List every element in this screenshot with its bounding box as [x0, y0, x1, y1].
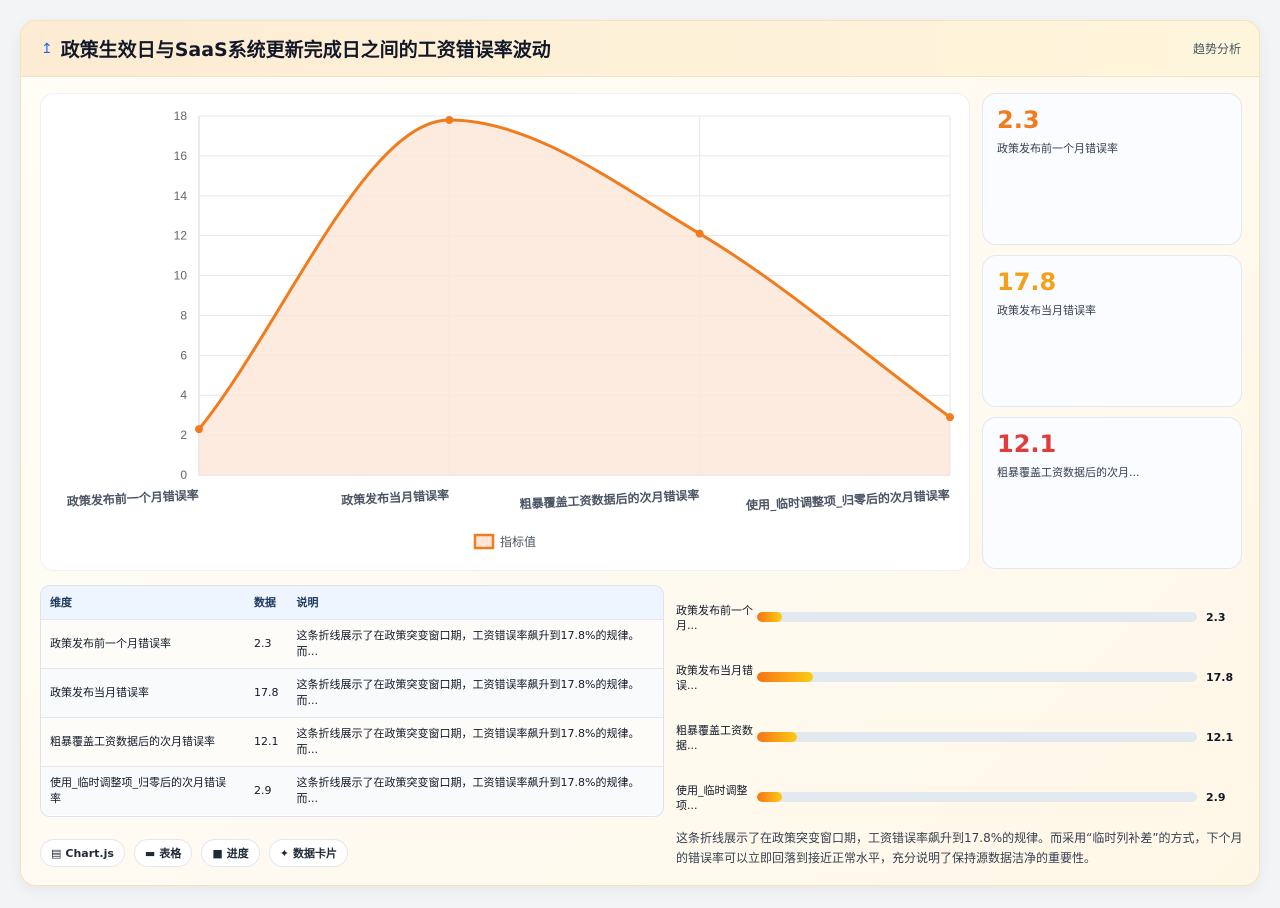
row-desc: 这条折线展示了在政策突变窗口期，工资错误率飙升到17.8%的规律。而... [296, 628, 640, 658]
chart-icon: ▤ [51, 846, 62, 860]
tag-label: 进度 [226, 847, 249, 860]
progress-fill [757, 612, 783, 622]
y-tick-label: 12 [174, 229, 188, 243]
tag-label: Chart.js [65, 846, 114, 860]
column-header: 维度 [50, 596, 72, 610]
summary-text: 这条折线展示了在政策突变窗口期，工资错误率飙升到17.8%的规律。而采用“临时列… [676, 831, 1243, 865]
legend-label: 指标值 [500, 534, 536, 549]
table-icon: ▬ [144, 846, 156, 860]
progress-row: 政策发布当月错误... 17.8 [676, 651, 1246, 692]
progress-value: 2.9 [1206, 791, 1226, 804]
y-tick-label: 10 [174, 269, 188, 283]
stat-value: 17.8 [997, 268, 1057, 296]
progress-fill [757, 672, 813, 682]
table-row: 政策发布前一个月错误率 2.3 这条折线展示了在政策突变窗口期，工资错误率飙升到… [41, 619, 663, 668]
row-value: 2.9 [254, 783, 272, 797]
progress-label: 使用_临时调整项... [676, 784, 748, 812]
stat-value: 12.1 [997, 430, 1057, 458]
progress-row: 使用_临时调整项... 2.9 [676, 771, 1246, 812]
trend-analysis-label: 趋势分析 [1192, 42, 1241, 56]
stat-card: 2.3 政策发布前一个月错误率 [982, 93, 1242, 245]
data-table: 维度 数据 说明 政策发布前一个月错误率 2.3 这条折线展示了在政策突变窗口期… [40, 585, 664, 817]
y-tick-label: 6 [180, 348, 187, 362]
header: ↥ 政策生效日与SaaS系统更新完成日之间的工资错误率波动 趋势分析 [21, 21, 1259, 77]
progress-value: 2.3 [1206, 611, 1226, 624]
dashboard-card: ↥ 政策生效日与SaaS系统更新完成日之间的工资错误率波动 趋势分析 0 2 4 6 8… [20, 20, 1260, 886]
y-tick-label: 4 [180, 388, 187, 402]
progress-track [757, 672, 1197, 682]
row-name: 政策发布当月错误率 [50, 685, 149, 699]
row-desc: 这条折线展示了在政策突变窗口期，工资错误率飙升到17.8%的规律。而... [296, 775, 640, 805]
sparkle-icon: ✦ [279, 846, 289, 860]
table-row: 使用_临时调整项_归零后的次月错误率 2.9 这条折线展示了在政策突变窗口期，工… [41, 766, 663, 815]
progress-track [757, 792, 1197, 802]
stat-value: 2.3 [997, 106, 1040, 134]
progress-fill [757, 792, 783, 802]
x-tick-label: 粗暴覆盖工资数据后的次月错误率 [519, 487, 700, 511]
progress-label: 粗暴覆盖工资数据... [676, 724, 753, 752]
stat-label: 政策发布当月错误率 [997, 304, 1096, 317]
stat-card: 17.8 政策发布当月错误率 [982, 255, 1242, 407]
table-row: 粗暴覆盖工资数据后的次月错误率 12.1 这条折线展示了在政策突变窗口期，工资错… [41, 717, 663, 766]
progress-label: 政策发布当月错误... [676, 664, 753, 692]
progress-track [757, 612, 1197, 622]
series-area [199, 119, 950, 475]
progress-track [757, 732, 1197, 742]
chart-svg: 0 2 4 6 8 10 12 14 16 18 政策发布前一个月错误率 政策发布当月错误率 粗暴覆盖工… [67, 109, 954, 550]
y-tick-label: 0 [180, 468, 187, 482]
column-header: 数据 [254, 596, 276, 610]
row-value: 12.1 [254, 734, 279, 748]
x-tick-label: 政策发布前一个月错误率 [67, 487, 200, 509]
tag-label: 数据卡片 [292, 847, 337, 860]
table-row: 政策发布当月错误率 17.8 这条折线展示了在政策突变窗口期，工资错误率飙升到1… [41, 668, 663, 717]
y-tick-label: 2 [180, 428, 187, 442]
tag-data-card[interactable]: ✦ 数据卡片 [268, 839, 348, 867]
row-value: 17.8 [254, 685, 279, 699]
data-point [445, 115, 454, 124]
chart-icon: ↥ [41, 40, 53, 57]
legend-swatch [473, 533, 495, 550]
progress-value: 12.1 [1206, 731, 1234, 744]
row-value: 2.3 [254, 636, 272, 650]
progress-row: 粗暴覆盖工资数据... 12.1 [676, 711, 1246, 752]
data-point [695, 229, 704, 238]
table-header-row: 维度 数据 说明 [41, 586, 663, 619]
folder-icon: ■ [212, 846, 223, 860]
y-tick-label: 18 [174, 109, 188, 123]
y-tick-label: 8 [180, 308, 187, 322]
y-tick-label: 14 [174, 189, 188, 203]
column-header: 说明 [296, 596, 319, 610]
progress-value: 17.8 [1206, 671, 1234, 684]
row-name: 粗暴覆盖工资数据后的次月错误率 [50, 734, 215, 748]
stat-card: 12.1 粗暴覆盖工资数据后的次月... [982, 417, 1242, 569]
x-tick-label: 政策发布当月错误率 [341, 487, 450, 508]
tag-list: ▤ Chart.js ▬ 表格 ■ 进度 ✦ 数据卡片 [40, 839, 348, 867]
stat-label: 粗暴覆盖工资数据后的次月... [997, 466, 1140, 479]
x-tick-label: 使用_临时调整项_归零后的次月错误率 [745, 487, 951, 514]
line-chart: 0 2 4 6 8 10 12 14 16 18 政策发布前一个月错误率 政策发布当月错误率 粗暴覆盖工… [40, 93, 970, 571]
tag-chartjs[interactable]: ▤ Chart.js [40, 839, 125, 867]
tag-table[interactable]: ▬ 表格 [133, 839, 193, 867]
row-desc: 这条折线展示了在政策突变窗口期，工资错误率飙升到17.8%的规律。而... [296, 726, 640, 756]
progress-row: 政策发布前一个月... 2.3 [676, 591, 1246, 632]
row-desc: 这条折线展示了在政策突变窗口期，工资错误率飙升到17.8%的规律。而... [296, 677, 640, 707]
stat-label: 政策发布前一个月错误率 [997, 142, 1118, 155]
data-point [195, 425, 203, 434]
page-title: 政策生效日与SaaS系统更新完成日之间的工资错误率波动 [60, 39, 551, 61]
y-tick-label: 16 [174, 149, 188, 163]
tag-progress[interactable]: ■ 进度 [201, 839, 260, 867]
progress-fill [757, 732, 797, 742]
row-name: 政策发布前一个月错误率 [50, 636, 171, 650]
row-name: 使用_临时调整项_归零后的次月错误率 [50, 775, 226, 805]
data-point [946, 413, 954, 422]
tag-label: 表格 [159, 847, 182, 860]
progress-label: 政策发布前一个月... [676, 604, 753, 632]
